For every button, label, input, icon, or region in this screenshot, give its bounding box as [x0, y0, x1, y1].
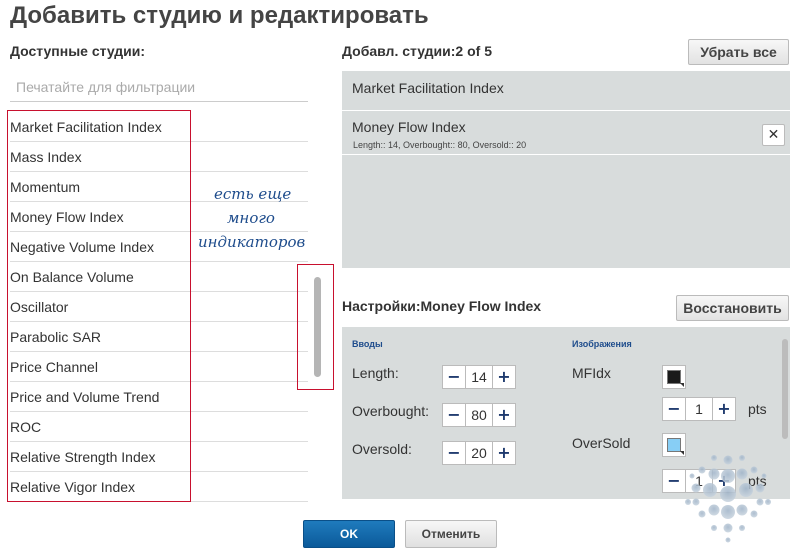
added-study-params: Length:: 14, Overbought:: 80, Oversold::… — [353, 140, 527, 150]
annotation-line-1: есть еще — [214, 185, 292, 203]
oversold-color-swatch[interactable] — [662, 433, 686, 457]
mfidx-label: MFIdx — [572, 365, 611, 381]
filter-input[interactable] — [10, 72, 308, 102]
decrement-button[interactable]: − — [442, 403, 466, 427]
list-item[interactable]: Parabolic SAR — [10, 322, 308, 352]
mfidx-color-swatch[interactable] — [662, 365, 686, 389]
restore-button[interactable]: Восстановить — [676, 295, 789, 321]
length-stepper: − 14 + — [442, 365, 516, 389]
inputs-header: Вводы — [352, 339, 383, 349]
settings-scrollbar[interactable] — [782, 339, 788, 439]
added-studies-panel: Market Facilitation Index Money Flow Ind… — [342, 71, 790, 268]
list-item[interactable]: Mass Index — [10, 142, 308, 172]
increment-button[interactable]: + — [492, 441, 516, 465]
oversold-color-fill — [667, 438, 681, 452]
added-studies-label: Добавл. студии:2 of 5 — [342, 43, 492, 59]
dialog-title: Добавить студию и редактировать — [10, 2, 429, 29]
available-study-list: Market Facilitation Index Mass Index Mom… — [10, 112, 308, 504]
overbought-value[interactable]: 80 — [466, 403, 492, 427]
decrement-button[interactable]: − — [662, 469, 686, 493]
cancel-button[interactable]: Отменить — [405, 520, 497, 548]
dropdown-arrow-icon — [680, 383, 684, 387]
oversold-width-unit: pts — [748, 473, 767, 489]
dropdown-arrow-icon — [680, 451, 684, 455]
mfidx-width-stepper: − 1 + — [662, 397, 736, 421]
increment-button[interactable]: + — [712, 397, 736, 421]
added-study-name: Market Facilitation Index — [352, 80, 504, 96]
mfidx-width-value[interactable]: 1 — [686, 397, 712, 421]
remove-study-button[interactable]: ✕ — [762, 124, 785, 146]
mfidx-width-unit: pts — [748, 401, 767, 417]
list-item[interactable]: Price Channel — [10, 352, 308, 382]
list-item[interactable]: Price and Volume Trend — [10, 382, 308, 412]
available-studies-label: Доступные студии: — [10, 43, 146, 59]
decrement-button[interactable]: − — [662, 397, 686, 421]
oversold-label: Oversold: — [352, 441, 412, 457]
images-header: Изображения — [572, 339, 632, 349]
oversold-width-stepper: − 1 + — [662, 469, 736, 493]
oversold-stepper: − 20 + — [442, 441, 516, 465]
overbought-stepper: − 80 + — [442, 403, 516, 427]
increment-button[interactable]: + — [492, 403, 516, 427]
close-icon: ✕ — [767, 127, 780, 143]
decrement-button[interactable]: − — [442, 441, 466, 465]
oversold-image-label: OverSold — [572, 435, 631, 451]
ok-button[interactable]: OK — [303, 520, 395, 548]
list-item[interactable]: Relative Strength Index — [10, 442, 308, 472]
list-item[interactable]: Market Facilitation Index — [10, 112, 308, 142]
length-label: Length: — [352, 365, 399, 381]
increment-button[interactable]: + — [492, 365, 516, 389]
overbought-label: Overbought: — [352, 403, 430, 419]
list-item[interactable]: Oscillator — [10, 292, 308, 322]
list-item[interactable]: Relative Vigor Index — [10, 472, 308, 502]
decrement-button[interactable]: − — [442, 365, 466, 389]
annotation-line-2: много — [227, 209, 275, 227]
mfidx-color-fill — [667, 370, 681, 384]
settings-panel: Вводы Изображения Length: − 14 + Overbou… — [342, 327, 790, 499]
remove-all-button[interactable]: Убрать все — [688, 39, 789, 65]
added-study-name: Money Flow Index — [352, 119, 466, 135]
list-item[interactable]: ROC — [10, 412, 308, 442]
oversold-value[interactable]: 20 — [466, 441, 492, 465]
settings-label: Настройки:Money Flow Index — [342, 298, 542, 314]
added-study-item[interactable]: Money Flow Index Length:: 14, Overbought… — [342, 112, 790, 155]
list-item[interactable]: On Balance Volume — [10, 262, 308, 292]
increment-button[interactable]: + — [712, 469, 736, 493]
oversold-width-value[interactable]: 1 — [686, 469, 712, 493]
list-scrollbar-thumb[interactable] — [314, 277, 321, 377]
annotation-line-3: индикаторов — [198, 233, 306, 251]
length-value[interactable]: 14 — [466, 365, 492, 389]
added-study-item[interactable]: Market Facilitation Index — [342, 71, 790, 111]
